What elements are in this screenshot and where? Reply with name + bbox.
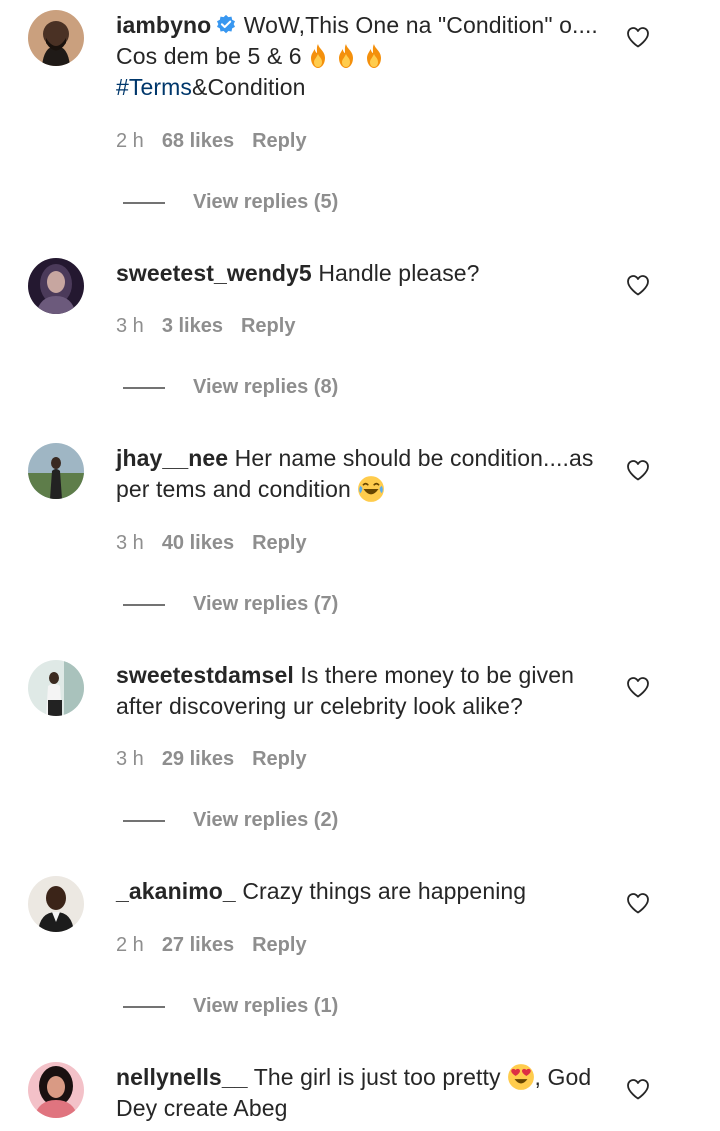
comment-time: 2 h [116,934,144,956]
reply-button[interactable]: Reply [252,934,306,956]
hashtag-link[interactable]: #Terms [116,74,192,100]
comment-username[interactable]: nellynells__ [116,1064,248,1090]
heart-outline-icon[interactable] [626,26,650,48]
comment-body: sweetest_wendy5 Handle please? [116,258,606,289]
heart-outline-icon[interactable] [626,274,650,296]
view-replies-label[interactable]: View replies (7) [193,593,338,616]
heart-eyes-emoji [507,1064,534,1090]
avatar[interactable] [28,1062,84,1118]
replies-divider [123,202,165,204]
avatar[interactable] [28,10,84,66]
view-replies-label[interactable]: View replies (1) [193,995,338,1018]
fire-emoji [366,44,381,68]
replies-divider [123,604,165,606]
avatar[interactable] [28,443,84,499]
comment-text: Handle please? [318,260,480,286]
heart-outline-icon[interactable] [626,676,650,698]
comment-username[interactable]: _akanimo_ [116,878,236,904]
likes-count[interactable]: 27 likes [162,934,234,956]
reply-button[interactable]: Reply [241,315,295,337]
view-replies-label[interactable]: View replies (5) [193,191,338,214]
comment-meta: 2 h 27 likes Reply [116,934,325,957]
comment-meta: 3 h 29 likes Reply [116,748,325,771]
laughing-emoji [357,476,384,502]
comment-username[interactable]: sweetestdamsel [116,662,294,688]
verified-badge-icon [217,14,236,34]
comment-time: 3 h [116,315,144,337]
heart-outline-icon[interactable] [626,459,650,481]
comment-username[interactable]: iambyno [116,12,211,38]
fire-emoji [338,44,353,68]
comment-meta: 3 h 40 likes Reply [116,532,325,555]
comment-body: _akanimo_ Crazy things are happening [116,876,606,907]
view-replies-label[interactable]: View replies (2) [193,809,338,832]
replies-divider [123,820,165,822]
heart-outline-icon[interactable] [626,1078,650,1100]
comment-meta: 3 h 3 likes Reply [116,315,313,338]
comment-meta: 2 h 68 likes Reply [116,130,325,153]
comment-time: 2 h [116,130,144,152]
likes-count[interactable]: 40 likes [162,532,234,554]
comment-time: 3 h [116,532,144,554]
comment-username[interactable]: jhay__nee [116,445,228,471]
comment-text: Crazy things are happening [242,878,527,904]
comment-text: The girl is just too pretty [253,1064,501,1090]
comment-body: iambyno WoW,This One na "Condition" o...… [116,10,606,103]
comment-body: nellynells__ The girl is just too pretty… [116,1062,606,1124]
reply-button[interactable]: Reply [252,532,306,554]
view-replies-label[interactable]: View replies (8) [193,376,338,399]
comment-time: 3 h [116,748,144,770]
comment-username[interactable]: sweetest_wendy5 [116,260,312,286]
fire-emoji [310,44,325,68]
heart-outline-icon[interactable] [626,892,650,914]
replies-divider [123,387,165,389]
comment-text: &Condition [192,74,306,100]
avatar[interactable] [28,876,84,932]
replies-divider [123,1006,165,1008]
likes-count[interactable]: 29 likes [162,748,234,770]
comment-body: sweetestdamsel Is there money to be give… [116,660,606,722]
reply-button[interactable]: Reply [252,130,306,152]
likes-count[interactable]: 68 likes [162,130,234,152]
comment-body: jhay__nee Her name should be condition..… [116,443,606,505]
avatar[interactable] [28,660,84,716]
reply-button[interactable]: Reply [252,748,306,770]
avatar[interactable] [28,258,84,314]
likes-count[interactable]: 3 likes [162,315,223,337]
